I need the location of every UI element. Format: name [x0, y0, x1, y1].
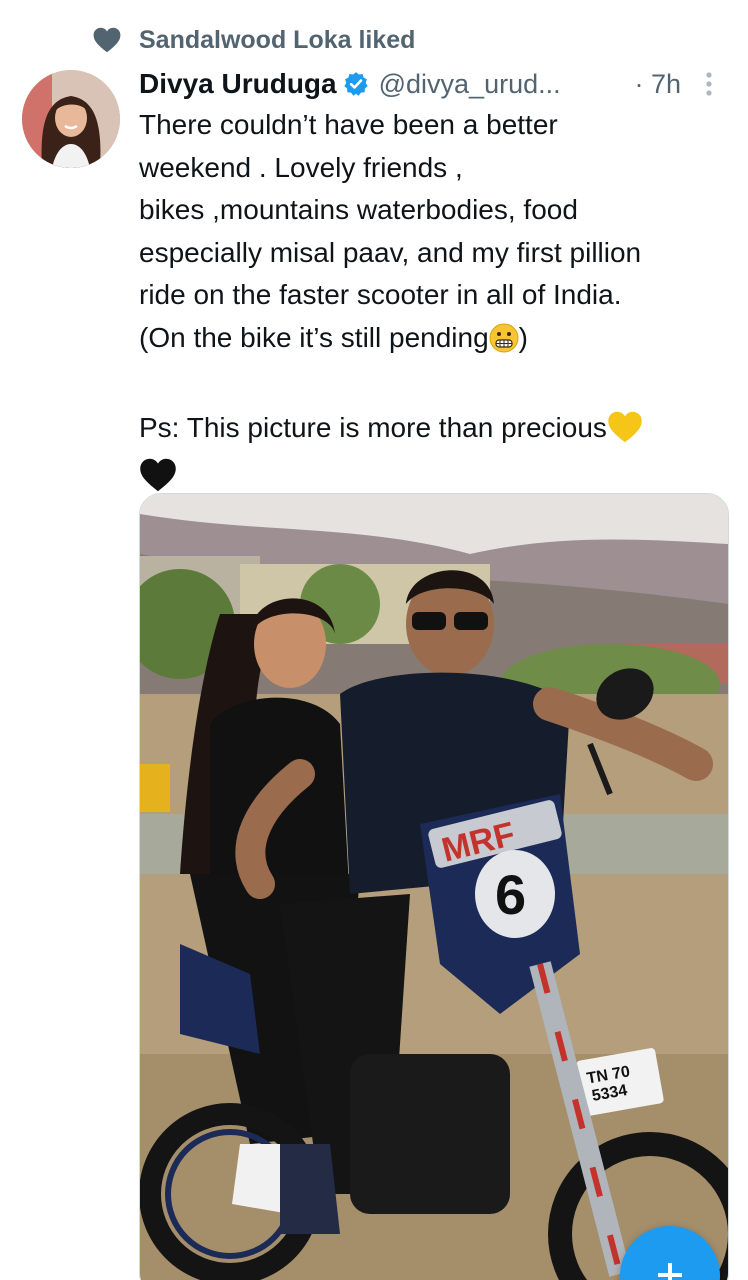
- tweet-ps-text: Ps: This picture is more than precious: [139, 412, 607, 443]
- tweet-line-text: (On the bike it’s still pending: [139, 321, 489, 353]
- grimacing-face-emoji-icon: [489, 323, 519, 366]
- tweet-timestamp[interactable]: · 7h: [634, 69, 681, 100]
- avatar[interactable]: [22, 70, 120, 168]
- tweet-photo[interactable]: MRF 6 TN 70 5334: [139, 493, 729, 1280]
- tweet-line: There couldn’t have been a better: [139, 109, 558, 140]
- yellow-heart-emoji-icon: [607, 411, 643, 456]
- tweet-line: (On the bike it’s still pending): [139, 317, 729, 366]
- race-number-label: 6: [495, 863, 526, 926]
- tweet-text: There couldn’t have been a better weeken…: [139, 104, 729, 504]
- tweet-line-text: ): [518, 321, 528, 353]
- social-context-label: Sandalwood Loka liked: [139, 25, 416, 54]
- tweet-line: especially misal paav, and my first pill…: [139, 236, 642, 268]
- author-name[interactable]: Divya Uruduga: [139, 68, 337, 100]
- tweet-line: ride on the faster scooter in all of Ind…: [139, 279, 622, 310]
- more-options-icon[interactable]: [703, 70, 715, 98]
- tweet-screen: Sandalwood Loka liked Divya Uruduga @div…: [0, 0, 748, 1280]
- social-context: Sandalwood Loka liked: [93, 24, 415, 56]
- tweet-line: Ps: This picture is more than precious: [139, 407, 729, 456]
- verified-badge-icon: [343, 71, 369, 97]
- plus-icon: [668, 1263, 672, 1280]
- tweet-line: weekend . Lovely friends ,: [139, 151, 463, 183]
- tweet-line: bikes ,mountains waterbodies, food: [139, 194, 578, 225]
- tweet-header: Divya Uruduga @divya_urud... · 7h: [139, 64, 729, 104]
- heart-icon: [93, 26, 123, 54]
- author-handle[interactable]: @divya_urud...: [379, 69, 561, 100]
